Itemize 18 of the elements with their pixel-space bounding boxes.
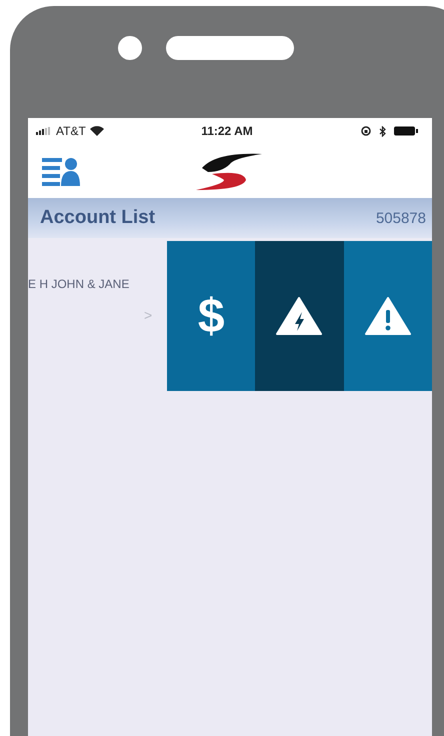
lock-rotation-icon [361, 126, 371, 136]
account-number: 505878 [376, 210, 426, 226]
alert-button[interactable] [344, 241, 432, 391]
signal-icon [36, 127, 52, 135]
status-time: 11:22 AM [201, 124, 253, 138]
chevron-icon: > [144, 307, 152, 323]
camera-dot [118, 36, 142, 60]
battery-icon [394, 126, 418, 136]
wifi-icon [90, 126, 104, 136]
header-title: Account List [40, 207, 156, 229]
warning-icon [364, 296, 411, 336]
billing-button[interactable]: $ [167, 241, 256, 391]
outage-button[interactable] [255, 241, 344, 391]
bluetooth-icon [379, 126, 386, 136]
carrier-name: AT&T [56, 124, 86, 138]
lightning-warning-icon [276, 296, 322, 336]
account-name[interactable]: E H JOHN & JANE [28, 277, 130, 291]
account-menu-icon[interactable] [42, 156, 80, 186]
